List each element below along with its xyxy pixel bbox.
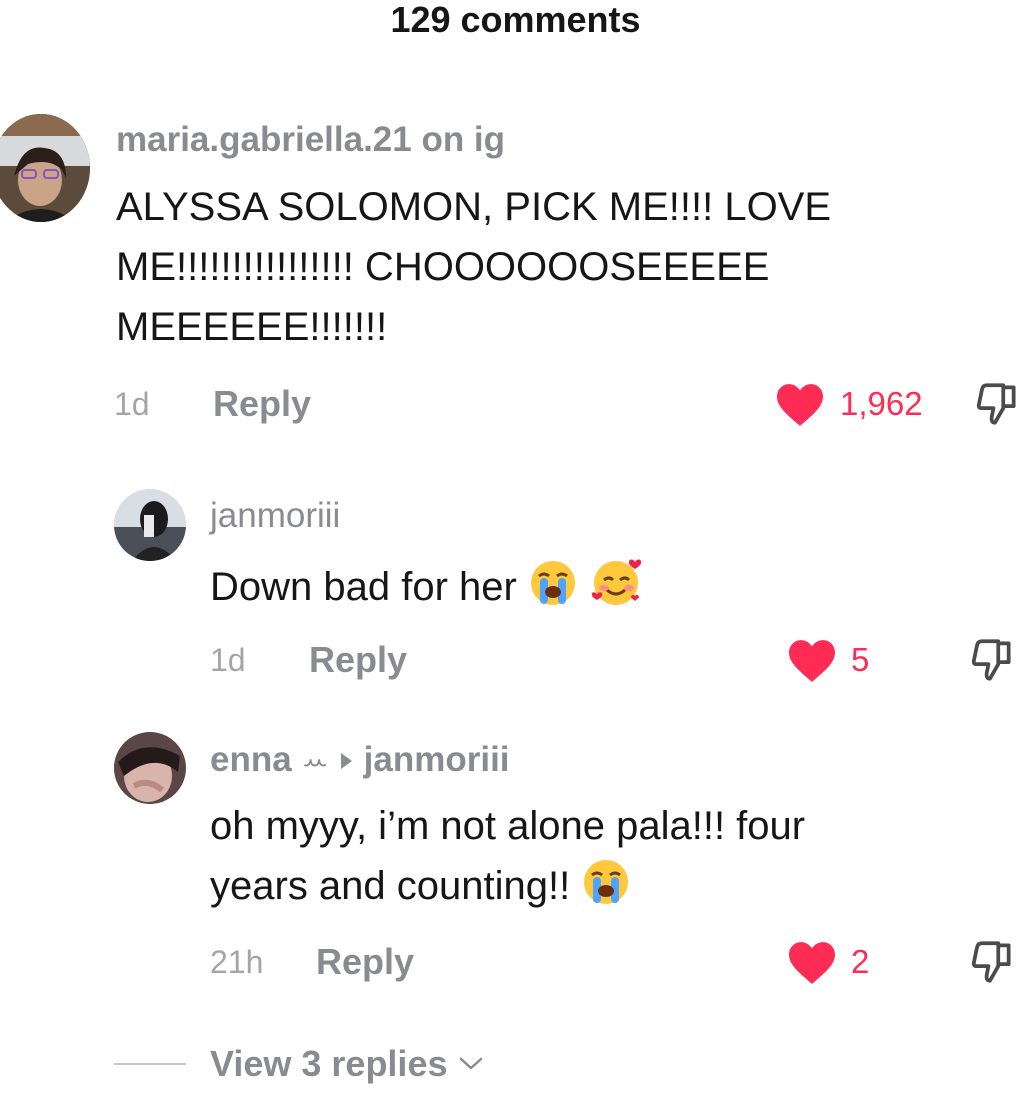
dislike-icon[interactable] — [967, 634, 1017, 686]
loudly-crying-face-icon — [581, 857, 631, 923]
reply-button[interactable]: Reply — [309, 639, 407, 681]
reply-arrow-icon — [340, 753, 352, 769]
dislike-icon[interactable] — [972, 378, 1022, 430]
comment-timestamp: 1d — [114, 386, 150, 422]
comment-username-row: enna ꕀ janmoriii — [210, 740, 510, 780]
comment-text-line: ME!!!!!!!!!!!!!!!! CHOOOOOOSEEEEE — [116, 245, 770, 289]
comment-text: Down bad for her — [210, 554, 645, 624]
smiling-face-with-hearts-icon — [589, 554, 645, 624]
avatar[interactable] — [0, 114, 90, 222]
like-count: 5 — [851, 641, 870, 678]
view-replies-button[interactable]: View 3 replies — [210, 1043, 484, 1085]
comment-text-content: Down bad for her — [210, 565, 517, 609]
chevron-down-icon — [459, 1057, 482, 1070]
avatar[interactable] — [114, 489, 186, 561]
comment-username[interactable]: enna — [210, 740, 292, 779]
reply-to-username[interactable]: janmoriii — [364, 740, 510, 779]
like-heart-icon[interactable] — [786, 638, 838, 684]
comment-timestamp: 21h — [210, 944, 264, 980]
like-heart-icon[interactable] — [786, 940, 838, 986]
like-count: 2 — [851, 943, 870, 980]
comment-username[interactable]: janmoriii — [210, 496, 340, 536]
comment-text-line: years and counting!! — [210, 864, 571, 908]
avatar[interactable] — [114, 732, 186, 804]
view-replies-label: View 3 replies — [210, 1043, 448, 1084]
like-heart-icon[interactable] — [774, 382, 826, 428]
comment-text-line: MEEEEEE!!!!!!! — [116, 305, 388, 349]
reply-button[interactable]: Reply — [316, 941, 414, 983]
divider-line — [114, 1063, 186, 1065]
comment-text-line: ALYSSA SOLOMON, PICK ME!!!! LOVE — [116, 185, 832, 229]
comment-timestamp: 1d — [210, 642, 246, 678]
dislike-icon[interactable] — [967, 936, 1017, 988]
comments-count-title: 129 comments — [390, 0, 641, 40]
reply-button[interactable]: Reply — [213, 383, 311, 425]
comment-text: years and counting!! — [210, 857, 631, 923]
like-count: 1,962 — [840, 385, 923, 422]
comment-text-line: oh myyy, i’m not alone pala!!! four — [210, 804, 806, 848]
loudly-crying-face-icon — [528, 558, 578, 624]
username-decoration-glyph: ꕀ — [301, 745, 329, 778]
comment-username[interactable]: maria.gabriella.21 on ig — [116, 120, 505, 160]
